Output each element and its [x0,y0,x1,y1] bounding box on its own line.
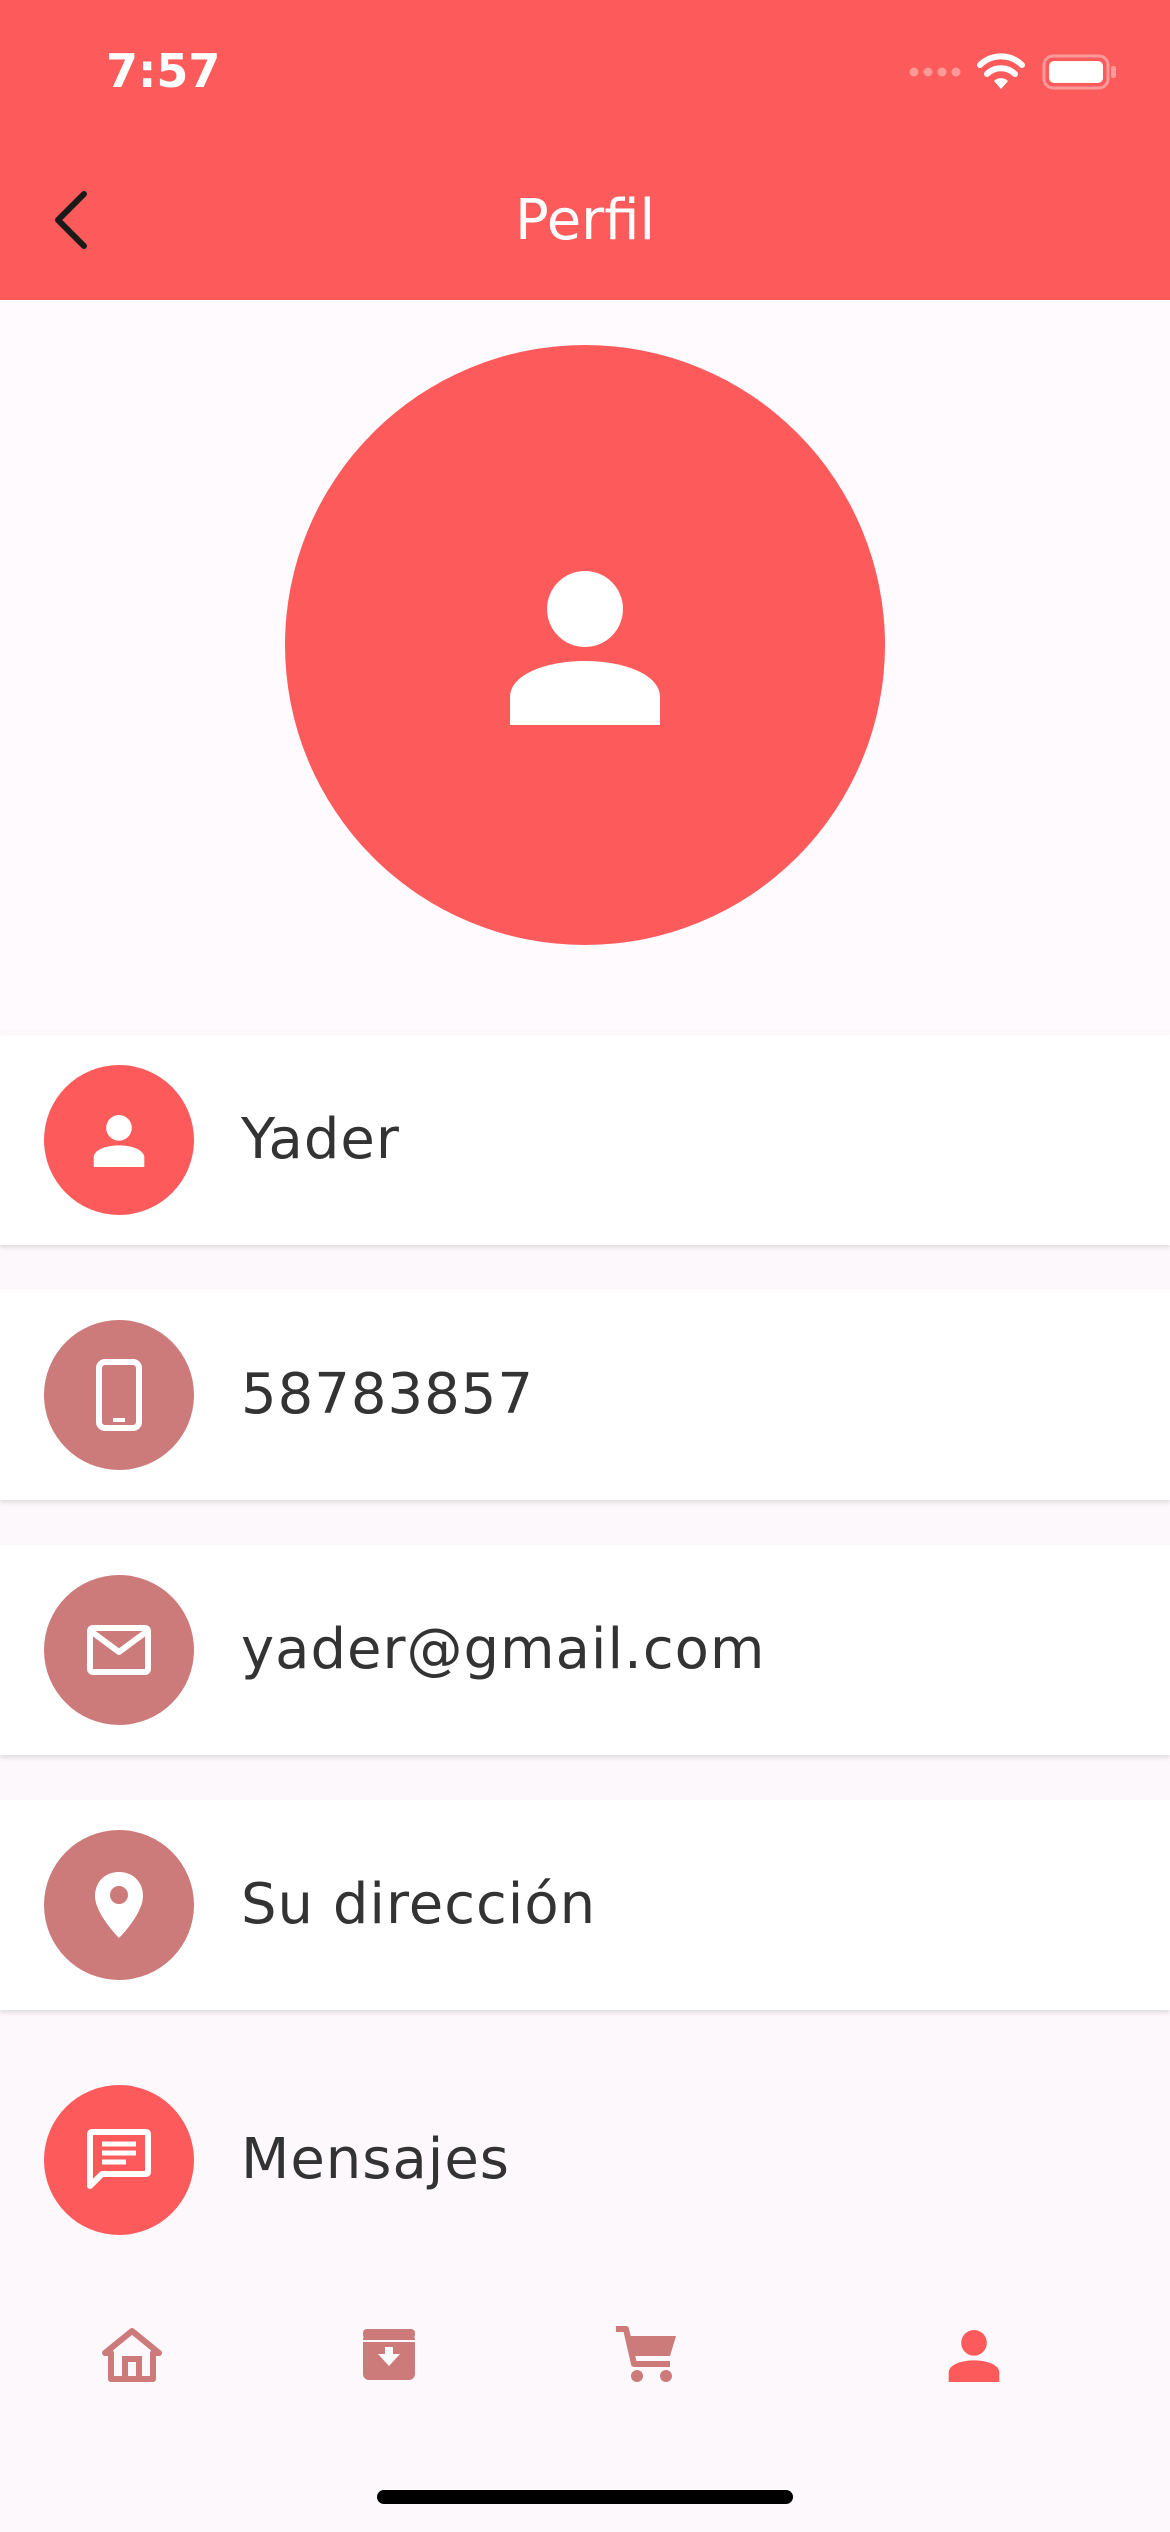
avatar-section [0,300,1170,1030]
archive-icon [363,2329,415,2380]
nav-home[interactable] [92,2315,172,2395]
phone-icon-circle [44,1320,194,1470]
profile-name: Yader [241,1107,400,1172]
address-icon-circle [44,1830,194,1980]
signal-icon [909,67,961,77]
profile-email: yader@gmail.com [241,1617,766,1682]
messages-icon-circle [44,2085,194,2235]
smartphone-icon [96,1359,142,1431]
profile-address-row[interactable]: Su dirección [0,1800,1170,2010]
person-icon [948,2330,1000,2382]
battery-icon [1042,54,1116,90]
message-icon [87,2129,151,2189]
mail-icon [87,1625,151,1675]
home-indicator [377,2490,793,2504]
email-icon-circle [44,1575,194,1725]
profile-email-row[interactable]: yader@gmail.com [0,1545,1170,1755]
nav-profile[interactable] [934,2315,1014,2395]
messages-row[interactable]: Mensajes [0,2055,1170,2265]
profile-phone-row[interactable]: 58783857 [0,1290,1170,1500]
page-title: Perfil [514,188,656,253]
status-bar: 7:57 [0,0,1170,150]
avatar[interactable] [285,345,885,945]
nav-archive[interactable] [349,2315,429,2395]
nav-cart[interactable] [607,2315,687,2395]
status-icons [908,52,1118,92]
messages-label: Mensajes [241,2127,510,2192]
cart-icon [616,2326,676,2382]
location-pin-icon [95,1872,143,1938]
name-icon-circle [44,1065,194,1215]
profile-phone: 58783857 [241,1362,535,1427]
app-bar: Perfil [0,150,1170,300]
person-icon [93,1115,145,1167]
person-icon [510,571,660,725]
home-icon [102,2328,162,2382]
status-time: 7:57 [106,44,221,98]
profile-name-row[interactable]: Yader [0,1035,1170,1245]
profile-address: Su dirección [241,1872,597,1937]
wifi-icon [977,53,1025,89]
